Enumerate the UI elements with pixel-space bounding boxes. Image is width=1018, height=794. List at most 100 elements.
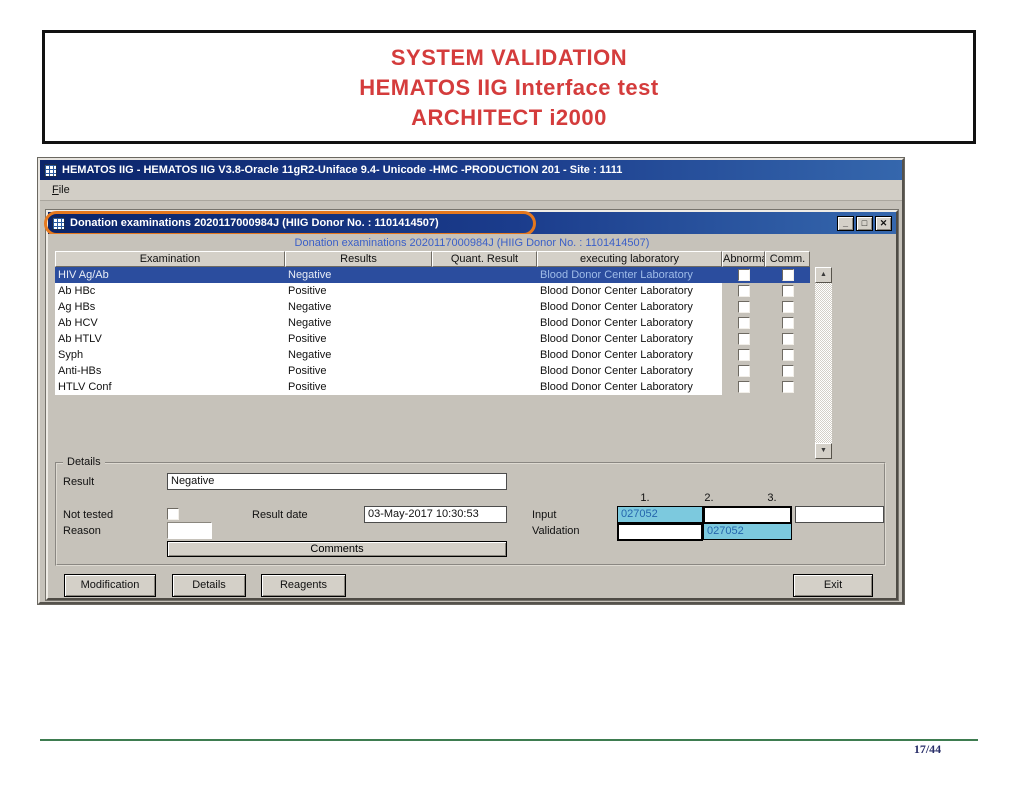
input-field-1[interactable]: 027052	[617, 506, 703, 523]
comm-checkbox[interactable]	[782, 349, 794, 361]
laboratory-cell: Blood Donor Center Laboratory	[537, 267, 722, 283]
examination-cell: Ab HCV	[55, 315, 285, 331]
abnormal-cell	[722, 331, 765, 347]
result-field[interactable]: Negative	[167, 473, 507, 490]
column-header-quant-result[interactable]: Quant. Result	[432, 251, 537, 267]
comm-cell	[765, 331, 810, 347]
results-cell: Negative	[285, 315, 432, 331]
title-line-2: HEMATOS IIG Interface test	[45, 73, 973, 103]
abnormal-checkbox[interactable]	[738, 349, 750, 361]
laboratory-cell: Blood Donor Center Laboratory	[537, 283, 722, 299]
column-number-1: 1.	[634, 492, 656, 504]
modification-button[interactable]: Modification	[64, 574, 156, 597]
comm-cell	[765, 363, 810, 379]
examination-cell: HTLV Conf	[55, 379, 285, 395]
input-field-3[interactable]	[795, 506, 884, 523]
comm-cell	[765, 267, 810, 283]
app-client-area: Donation examinations 2020117000984J (HI…	[40, 201, 902, 602]
comm-cell	[765, 347, 810, 363]
comm-checkbox[interactable]	[782, 285, 794, 297]
comm-checkbox[interactable]	[782, 301, 794, 313]
examination-cell: Ag HBs	[55, 299, 285, 315]
column-header-abnormal[interactable]: Abnormal	[722, 251, 765, 267]
abnormal-cell	[722, 363, 765, 379]
comm-cell	[765, 315, 810, 331]
app-title: HEMATOS IIG - HEMATOS IIG V3.8-Oracle 11…	[62, 164, 622, 176]
child-title-bar: Donation examinations 2020117000984J (HI…	[48, 212, 896, 234]
examination-cell: Syph	[55, 347, 285, 363]
quant-result-cell	[432, 379, 537, 395]
table-row[interactable]: Ab HTLV Positive Blood Donor Center Labo…	[55, 331, 810, 347]
child-window-icon	[52, 217, 65, 230]
comm-cell	[765, 283, 810, 299]
app-window: HEMATOS IIG - HEMATOS IIG V3.8-Oracle 11…	[38, 158, 904, 604]
abnormal-checkbox[interactable]	[738, 301, 750, 313]
app-icon	[44, 164, 57, 177]
laboratory-cell: Blood Donor Center Laboratory	[537, 331, 722, 347]
abnormal-checkbox[interactable]	[738, 333, 750, 345]
quant-result-cell	[432, 315, 537, 331]
app-title-bar: HEMATOS IIG - HEMATOS IIG V3.8-Oracle 11…	[40, 160, 902, 180]
column-header-results[interactable]: Results	[285, 251, 432, 267]
abnormal-checkbox[interactable]	[738, 285, 750, 297]
result-date-label: Result date	[252, 509, 308, 521]
quant-result-cell	[432, 299, 537, 315]
maximize-icon[interactable]: □	[856, 216, 873, 231]
quant-result-cell	[432, 331, 537, 347]
result-date-field[interactable]: 03-May-2017 10:30:53	[364, 506, 507, 523]
not-tested-checkbox[interactable]	[167, 508, 179, 520]
table-row[interactable]: Ab HCV Negative Blood Donor Center Labor…	[55, 315, 810, 331]
footer-rule	[40, 739, 978, 741]
input-field-2[interactable]	[703, 506, 792, 524]
abnormal-cell	[722, 299, 765, 315]
minimize-icon[interactable]: _	[837, 216, 854, 231]
results-cell: Positive	[285, 363, 432, 379]
column-header-examination[interactable]: Examination	[55, 251, 285, 267]
comm-checkbox[interactable]	[782, 269, 794, 281]
table-scrollbar[interactable]: ▲ ▼	[815, 267, 832, 459]
reason-field[interactable]	[167, 522, 212, 539]
table-row[interactable]: Ab HBc Positive Blood Donor Center Labor…	[55, 283, 810, 299]
laboratory-cell: Blood Donor Center Laboratory	[537, 363, 722, 379]
abnormal-checkbox[interactable]	[738, 381, 750, 393]
validation-field-1[interactable]	[617, 523, 703, 541]
table-row[interactable]: Ag HBs Negative Blood Donor Center Labor…	[55, 299, 810, 315]
reagents-button[interactable]: Reagents	[261, 574, 346, 597]
abnormal-checkbox[interactable]	[738, 269, 750, 281]
table-row[interactable]: Anti-HBs Positive Blood Donor Center Lab…	[55, 363, 810, 379]
comments-button[interactable]: Comments	[167, 541, 507, 557]
scroll-down-icon[interactable]: ▼	[815, 443, 832, 459]
column-header-executing-laboratory[interactable]: executing laboratory	[537, 251, 722, 267]
column-header-comm[interactable]: Comm.	[765, 251, 810, 267]
table-row[interactable]: HTLV Conf Positive Blood Donor Center La…	[55, 379, 810, 395]
exit-button[interactable]: Exit	[793, 574, 873, 597]
validation-field-2[interactable]: 027052	[703, 523, 792, 540]
abnormal-checkbox[interactable]	[738, 365, 750, 377]
comm-checkbox[interactable]	[782, 317, 794, 329]
close-icon[interactable]: ✕	[875, 216, 892, 231]
comm-checkbox[interactable]	[782, 333, 794, 345]
details-button[interactable]: Details	[172, 574, 246, 597]
column-number-3: 3.	[761, 492, 783, 504]
results-cell: Positive	[285, 331, 432, 347]
menu-file[interactable]: File	[47, 182, 75, 198]
examination-cell: Ab HBc	[55, 283, 285, 299]
comm-checkbox[interactable]	[782, 381, 794, 393]
page-number: 17/44	[900, 742, 955, 757]
abnormal-cell	[722, 379, 765, 395]
comm-checkbox[interactable]	[782, 365, 794, 377]
quant-result-cell	[432, 347, 537, 363]
table-row[interactable]: Syph Negative Blood Donor Center Laborat…	[55, 347, 810, 363]
abnormal-checkbox[interactable]	[738, 317, 750, 329]
scroll-up-icon[interactable]: ▲	[815, 267, 832, 283]
title-line-1: SYSTEM VALIDATION	[45, 43, 973, 73]
not-tested-label: Not tested	[63, 509, 113, 521]
donation-examinations-window: Donation examinations 2020117000984J (HI…	[46, 210, 898, 600]
abnormal-cell	[722, 347, 765, 363]
quant-result-cell	[432, 363, 537, 379]
child-client-area: Donation examinations 2020117000984J (HI…	[48, 234, 896, 598]
results-cell: Positive	[285, 379, 432, 395]
table-row[interactable]: HIV Ag/Ab Negative Blood Donor Center La…	[55, 267, 810, 283]
table-header: Examination Results Quant. Result execut…	[55, 251, 810, 267]
reason-label: Reason	[63, 525, 101, 537]
